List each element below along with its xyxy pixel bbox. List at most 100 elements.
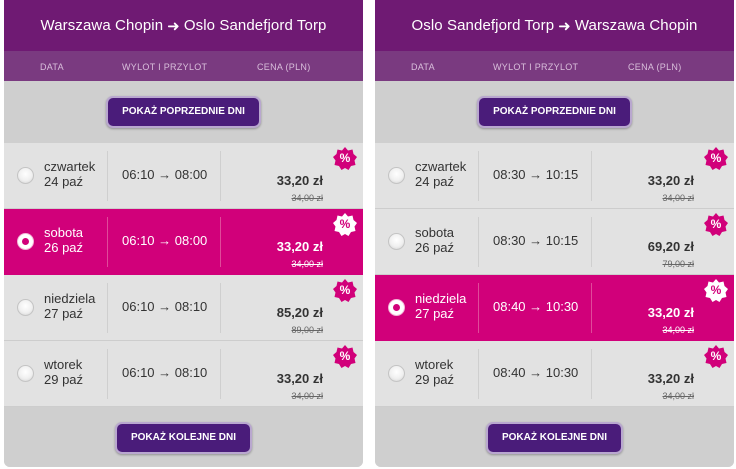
discount-badge-icon: %: [704, 345, 728, 369]
discount-badge-icon: %: [333, 147, 357, 171]
price-value: 33,20 zł: [276, 371, 323, 386]
weekday-label: czwartek: [415, 159, 467, 174]
route-to: Warszawa Chopin: [574, 17, 698, 34]
column-divider: [478, 217, 479, 267]
show-previous-days-button[interactable]: POKAŻ POPRZEDNIE DNI: [477, 96, 632, 128]
old-price-value: 79,00 zł: [662, 259, 694, 269]
flight-option-row[interactable]: czwartek 24 paź 06:10 → 08:00 33,20 zł 34,00…: [4, 143, 363, 209]
percent-symbol: %: [339, 283, 351, 297]
percent-symbol: %: [710, 217, 722, 231]
select-flight-radio[interactable]: [388, 233, 405, 250]
flight-date: sobota 26 paź: [44, 225, 83, 255]
old-price-value: 34,00 zł: [291, 259, 323, 269]
show-previous-days-button[interactable]: POKAŻ POPRZEDNIE DNI: [106, 96, 261, 128]
date-label: 24 paź: [415, 174, 455, 189]
select-flight-radio[interactable]: [17, 167, 34, 184]
flight-option-row[interactable]: sobota 26 paź 08:30 → 10:15 69,20 zł 79,00 z…: [375, 209, 734, 275]
departure-arrival-times: 06:10 → 08:10: [122, 365, 208, 380]
column-divider: [107, 151, 108, 201]
percent-symbol: %: [710, 283, 722, 297]
flight-option-row[interactable]: wtorek 29 paź 08:40 → 10:30 33,20 zł 34,00 z…: [375, 341, 734, 407]
departure-arrival-times: 06:10 → 08:00: [122, 167, 208, 182]
price-value: 69,20 zł: [647, 239, 694, 254]
column-headers: DATA WYLOT I PRZYLOT CENA (PLN): [4, 51, 363, 81]
column-price: CENA (PLN): [257, 62, 311, 72]
date-label: 29 paź: [44, 372, 84, 387]
price-value: 33,20 zł: [276, 173, 323, 188]
date-label: 27 paź: [44, 306, 84, 321]
route-from: Warszawa Chopin: [40, 17, 164, 34]
weekday-label: niedziela: [44, 291, 96, 306]
flight-option-row[interactable]: wtorek 29 paź 06:10 → 08:10 33,20 zł 34,00 z…: [4, 341, 363, 407]
column-divider: [478, 151, 479, 201]
prev-days-row: POKAŻ POPRZEDNIE DNI: [375, 81, 734, 143]
select-flight-radio[interactable]: [388, 299, 405, 316]
weekday-label: czwartek: [44, 159, 96, 174]
column-divider: [478, 283, 479, 333]
old-price-value: 34,00 zł: [662, 325, 694, 335]
show-next-days-button[interactable]: POKAŻ KOLEJNE DNI: [485, 422, 623, 454]
next-days-row: POKAŻ KOLEJNE DNI: [375, 407, 734, 467]
percent-symbol: %: [339, 217, 351, 231]
route-to: Oslo Sandefjord Torp: [183, 17, 327, 34]
select-flight-radio[interactable]: [17, 365, 34, 382]
route-title: Oslo Sandefjord Torp ➜ Warszawa Chopin: [375, 0, 734, 51]
percent-symbol: %: [710, 151, 722, 165]
return-flight-panel: Oslo Sandefjord Torp ➜ Warszawa Chopin D…: [375, 0, 734, 467]
route-arrow-icon: ➜: [167, 17, 180, 35]
column-divider: [220, 217, 221, 267]
flight-date: wtorek 29 paź: [415, 357, 454, 387]
departure-arrival-times: 08:30 → 10:15: [493, 167, 579, 182]
column-divider: [591, 151, 592, 201]
show-next-days-button[interactable]: POKAŻ KOLEJNE DNI: [114, 422, 252, 454]
flight-date: czwartek 24 paź: [415, 159, 466, 189]
discount-badge-icon: %: [704, 279, 728, 303]
price-value: 33,20 zł: [276, 239, 323, 254]
old-price-value: 89,00 zł: [291, 325, 323, 335]
column-divider: [591, 349, 592, 399]
weekday-label: wtorek: [415, 357, 454, 372]
weekday-label: sobota: [415, 225, 455, 240]
departure-arrival-times: 06:10 → 08:00: [122, 233, 208, 248]
date-label: 26 paź: [44, 240, 84, 255]
discount-badge-icon: %: [704, 147, 728, 171]
column-times: WYLOT I PRZYLOT: [122, 62, 208, 72]
flight-option-row[interactable]: sobota 26 paź 06:10 → 08:00 33,20 zł 34,00 z…: [4, 209, 363, 275]
flight-date: niedziela 27 paź: [415, 291, 466, 321]
flight-date: wtorek 29 paź: [44, 357, 83, 387]
flight-option-row[interactable]: niedziela 27 paź 08:40 → 10:30 33,20 zł 34,0…: [375, 275, 734, 341]
date-label: 26 paź: [415, 240, 455, 255]
flight-option-row[interactable]: czwartek 24 paź 08:30 → 10:15 33,20 zł 34,00…: [375, 143, 734, 209]
departure-arrival-times: 06:10 → 08:10: [122, 299, 208, 314]
route-title: Warszawa Chopin ➜ Oslo Sandefjord Torp: [4, 0, 363, 51]
discount-badge-icon: %: [333, 213, 357, 237]
percent-symbol: %: [710, 349, 722, 363]
flight-list: czwartek 24 paź 08:30 → 10:15 33,20 zł 34,00…: [375, 143, 734, 407]
select-flight-radio[interactable]: [388, 167, 405, 184]
select-flight-radio[interactable]: [17, 233, 34, 250]
route-arrow-icon: ➜: [558, 17, 571, 35]
select-flight-radio[interactable]: [17, 299, 34, 316]
select-flight-radio[interactable]: [388, 365, 405, 382]
column-date: DATA: [411, 62, 435, 72]
price-value: 33,20 zł: [647, 305, 694, 320]
outbound-flight-panel: Warszawa Chopin ➜ Oslo Sandefjord Torp D…: [4, 0, 363, 467]
column-divider: [107, 217, 108, 267]
departure-arrival-times: 08:40 → 10:30: [493, 365, 579, 380]
weekday-label: sobota: [44, 225, 84, 240]
prev-days-row: POKAŻ POPRZEDNIE DNI: [4, 81, 363, 143]
column-headers: DATA WYLOT I PRZYLOT CENA (PLN): [375, 51, 734, 81]
column-divider: [107, 349, 108, 399]
departure-arrival-times: 08:40 → 10:30: [493, 299, 579, 314]
route-from: Oslo Sandefjord Torp: [411, 17, 555, 34]
column-times: WYLOT I PRZYLOT: [493, 62, 579, 72]
next-days-row: POKAŻ KOLEJNE DNI: [4, 407, 363, 467]
price-value: 33,20 zł: [647, 173, 694, 188]
percent-symbol: %: [339, 349, 351, 363]
price-value: 33,20 zł: [647, 371, 694, 386]
departure-arrival-times: 08:30 → 10:15: [493, 233, 579, 248]
flight-option-row[interactable]: niedziela 27 paź 06:10 → 08:10 85,20 zł 89,0…: [4, 275, 363, 341]
price-value: 85,20 zł: [276, 305, 323, 320]
column-divider: [220, 151, 221, 201]
column-divider: [220, 283, 221, 333]
